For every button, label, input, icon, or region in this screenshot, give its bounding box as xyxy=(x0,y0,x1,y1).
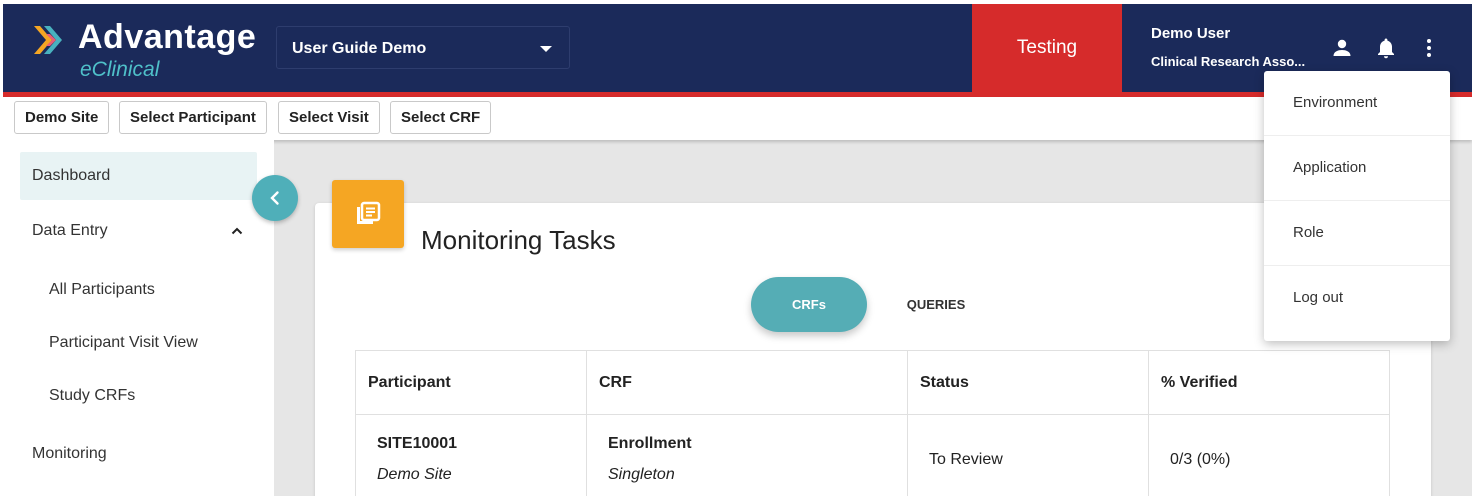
menu-item-log-out[interactable]: Log out xyxy=(1264,266,1450,331)
app-window: Advantage eClinical User Guide Demo Test… xyxy=(3,4,1472,496)
column-header-status[interactable]: Status xyxy=(908,351,1149,414)
user-name: Demo User xyxy=(1151,25,1231,42)
sidebar-item-participant-visit-view[interactable]: Participant Visit View xyxy=(49,334,198,352)
sidebar-item-study-crfs[interactable]: Study CRFs xyxy=(49,387,135,405)
table-cell-verified: 0/3 (0%) xyxy=(1149,415,1390,496)
user-role: Clinical Research Asso... xyxy=(1151,54,1306,69)
menu-item-environment[interactable]: Environment xyxy=(1264,71,1450,136)
verified-value: 0/3 (0%) xyxy=(1170,451,1231,468)
document-list-icon xyxy=(357,201,381,224)
column-header-crf[interactable]: CRF xyxy=(587,351,908,414)
table-cell-status: To Review xyxy=(908,415,1149,496)
sidebar-item-dashboard[interactable]: Dashboard xyxy=(20,152,257,200)
menu-item-role[interactable]: Role xyxy=(1264,201,1450,266)
sidebar-item-data-entry[interactable]: Data Entry xyxy=(20,207,257,255)
participant-id: SITE10001 xyxy=(377,435,458,452)
table-cell-crf[interactable]: Enrollment Singleton xyxy=(587,415,908,496)
crf-type: Singleton xyxy=(608,466,675,483)
environment-badge: Testing xyxy=(972,4,1122,92)
sidebar-item-label: Data Entry xyxy=(32,222,108,239)
status-value: To Review xyxy=(929,451,1003,468)
sidebar-item-all-participants[interactable]: All Participants xyxy=(49,281,155,299)
brand-title: Advantage xyxy=(78,18,257,56)
caret-down-icon xyxy=(540,46,552,52)
chevron-left-icon xyxy=(270,191,279,205)
bell-icon[interactable] xyxy=(1374,36,1398,60)
study-selector-label: User Guide Demo xyxy=(292,40,427,57)
brand-logo[interactable]: Advantage eClinical xyxy=(32,18,262,82)
column-header-verified[interactable]: % Verified xyxy=(1149,351,1390,414)
site-selector-button[interactable]: Demo Site xyxy=(14,101,110,134)
context-toolbar: Demo Site Select Participant Select Visi… xyxy=(3,97,1472,140)
visit-selector-button[interactable]: Select Visit xyxy=(278,101,380,134)
study-selector[interactable]: User Guide Demo xyxy=(276,26,570,69)
crf-selector-button[interactable]: Select CRF xyxy=(390,101,492,134)
sidebar-item-label: Dashboard xyxy=(32,167,111,184)
tab-crfs[interactable]: CRFs xyxy=(751,277,867,332)
page-title: Monitoring Tasks xyxy=(421,225,616,255)
more-vert-icon[interactable] xyxy=(1417,36,1441,60)
brand-subtitle: eClinical xyxy=(80,58,160,81)
tab-queries[interactable]: QUERIES xyxy=(891,277,981,332)
sidebar-item-monitoring[interactable]: Monitoring xyxy=(20,430,257,478)
top-header: Advantage eClinical User Guide Demo Test… xyxy=(3,4,1472,92)
card-icon-badge xyxy=(332,180,404,248)
chevron-up-icon xyxy=(231,227,243,235)
table-cell-participant[interactable]: SITE10001 Demo Site xyxy=(356,415,587,496)
advantage-logo-icon xyxy=(34,26,62,54)
crf-name: Enrollment xyxy=(608,435,692,452)
menu-item-application[interactable]: Application xyxy=(1264,136,1450,201)
column-header-participant[interactable]: Participant xyxy=(356,351,587,414)
sidebar-item-label: Monitoring xyxy=(32,445,107,462)
user-menu-dropdown: Environment Application Role Log out xyxy=(1264,71,1450,341)
person-icon[interactable] xyxy=(1330,36,1354,60)
participant-selector-button[interactable]: Select Participant xyxy=(119,101,267,134)
participant-site: Demo Site xyxy=(377,466,452,483)
monitoring-table: Participant CRF Status % Verified SITE10… xyxy=(355,350,1390,496)
sidebar: Dashboard Data Entry All Participants Pa… xyxy=(3,140,274,496)
sidebar-collapse-button[interactable] xyxy=(252,175,298,221)
environment-label: Testing xyxy=(1016,37,1078,58)
